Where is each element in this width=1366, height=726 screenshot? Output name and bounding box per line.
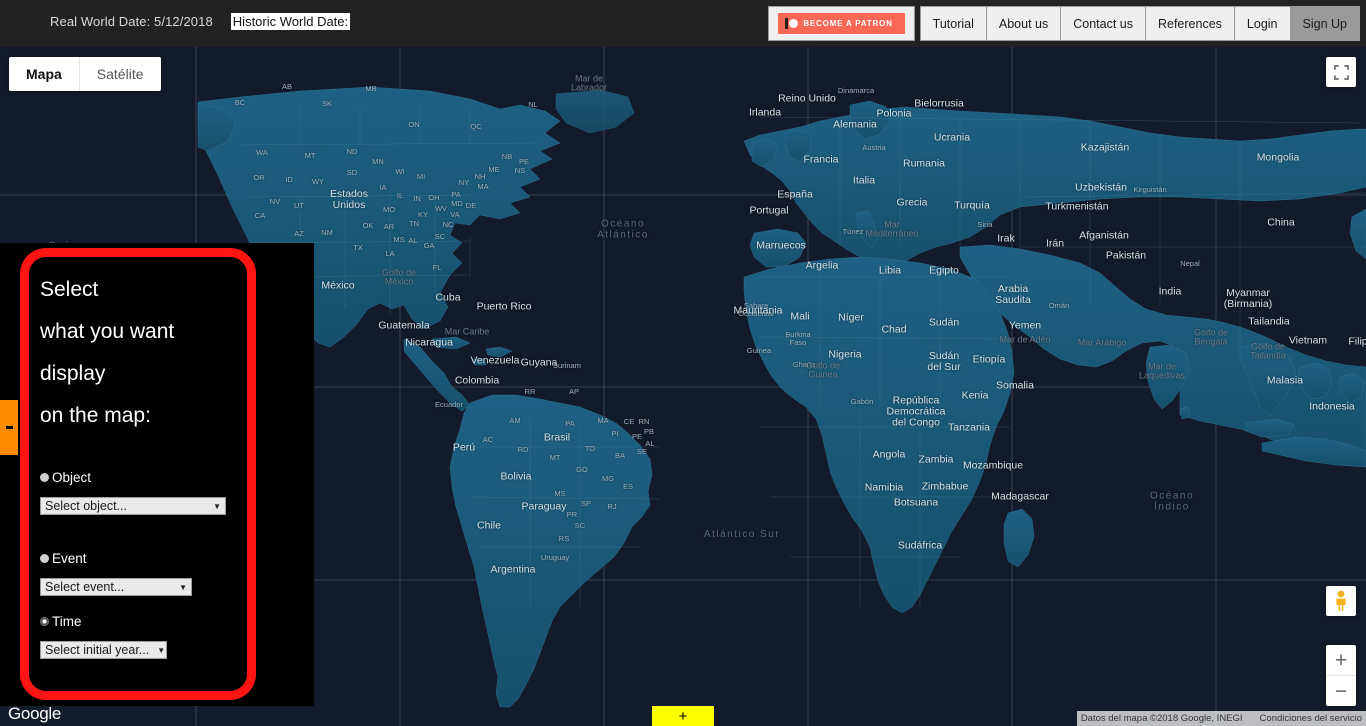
street-view-pegman[interactable]	[1326, 586, 1356, 616]
map-type-satelite[interactable]: Satélite	[78, 57, 161, 91]
select-initial-year[interactable]: Select initial year... ▼	[40, 641, 167, 659]
radio-label-object: Object	[52, 470, 92, 485]
date-group: Real World Date: 5/12/2018 Historic Worl…	[50, 13, 351, 30]
panel-title-line-2: what you want	[40, 320, 175, 343]
nav-tutorial[interactable]: Tutorial	[919, 6, 987, 41]
top-bar: Real World Date: 5/12/2018 Historic Worl…	[0, 0, 1366, 47]
select-event-value: Select event...	[45, 580, 125, 594]
panel-title-line-3: display	[40, 362, 106, 385]
zoom-in-button[interactable]: +	[1326, 645, 1356, 676]
historic-world-date[interactable]: Historic World Date:	[230, 13, 351, 30]
select-event[interactable]: Select event... ▼	[40, 578, 192, 596]
radio-icon-event[interactable]	[40, 554, 49, 563]
real-world-date: Real World Date: 5/12/2018	[50, 14, 213, 29]
map-attribution: Datos del mapa ©2018 Google, INEGI Condi…	[1076, 711, 1366, 726]
patron-label: BECOME A PATRON	[803, 19, 893, 28]
chevron-down-icon: ▼	[157, 645, 166, 655]
nav-about-us[interactable]: About us	[986, 6, 1062, 41]
panel-title-line-1: Select	[40, 278, 99, 301]
google-logo: Google	[8, 704, 62, 723]
radio-icon-time[interactable]	[40, 617, 49, 626]
collapse-dash-icon	[5, 426, 13, 429]
fullscreen-icon	[1333, 64, 1349, 80]
map-type-control[interactable]: Mapa Satélite	[9, 57, 161, 91]
zoom-out-button[interactable]: −	[1326, 676, 1356, 706]
radio-icon-object[interactable]	[40, 473, 49, 482]
select-initial-year-value: Select initial year...	[45, 643, 150, 657]
panel-title-line-4: on the map:	[40, 404, 151, 427]
nav-contact-us[interactable]: Contact us	[1061, 6, 1146, 41]
select-object-value: Select object...	[45, 499, 127, 513]
patreon-logo-icon	[785, 18, 799, 29]
patron-badge: BECOME A PATRON	[778, 13, 905, 34]
selection-panel: Select what you want display on the map:…	[20, 248, 256, 700]
radio-option-event[interactable]: Event	[40, 551, 247, 566]
nav-sign-up[interactable]: Sign Up	[1290, 6, 1360, 41]
become-a-patron-button[interactable]: BECOME A PATRON	[768, 6, 915, 41]
nav-references[interactable]: References	[1145, 6, 1235, 41]
radio-option-time[interactable]: Time	[40, 614, 247, 629]
chevron-down-icon: ▼	[179, 582, 187, 592]
attribution-terms[interactable]: Condiciones del servicio	[1250, 713, 1362, 724]
radio-option-object[interactable]: Object	[40, 470, 247, 485]
add-marker-button[interactable]: +	[652, 706, 714, 726]
pegman-icon	[1336, 590, 1346, 611]
top-nav: BECOME A PATRON Tutorial About us Contac…	[768, 6, 1360, 41]
attribution-data: Datos del mapa ©2018 Google, INEGI	[1080, 713, 1243, 724]
nav-login[interactable]: Login	[1234, 6, 1291, 41]
chevron-down-icon: ▼	[213, 501, 221, 511]
radio-label-time: Time	[52, 614, 82, 629]
zoom-control[interactable]: + −	[1326, 645, 1356, 706]
select-object[interactable]: Select object... ▼	[40, 497, 226, 515]
panel-collapse-tab[interactable]	[0, 400, 18, 455]
map-type-mapa[interactable]: Mapa	[9, 57, 79, 91]
app-root: Mapa Satélite + − Google Datos del mapa …	[0, 0, 1366, 726]
fullscreen-button[interactable]	[1326, 57, 1356, 87]
radio-label-event: Event	[52, 551, 87, 566]
